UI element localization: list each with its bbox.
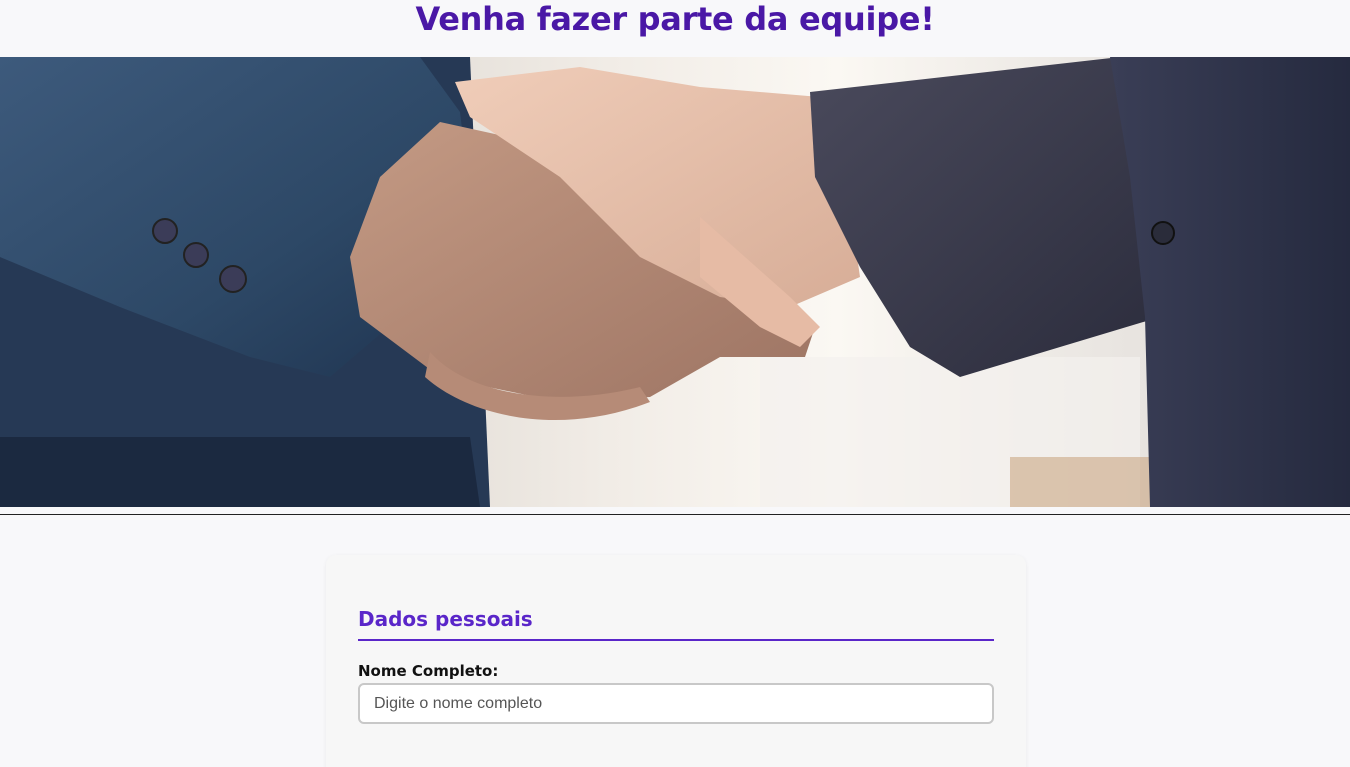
page-title: Venha fazer parte da equipe! bbox=[415, 0, 935, 38]
page-header: Venha fazer parte da equipe! bbox=[0, 0, 1350, 57]
handshake-image bbox=[0, 57, 1350, 507]
hero-banner bbox=[0, 57, 1350, 507]
section-title-personal-data: Dados pessoais bbox=[358, 607, 533, 631]
page: Venha fazer parte da equipe! Dados pesso… bbox=[0, 0, 1350, 767]
application-form: Dados pessoais Nome Completo: bbox=[326, 555, 1026, 767]
full-name-label: Nome Completo: bbox=[358, 662, 499, 680]
hero-divider bbox=[0, 514, 1350, 515]
section-divider bbox=[358, 639, 994, 641]
full-name-input[interactable] bbox=[358, 683, 994, 724]
